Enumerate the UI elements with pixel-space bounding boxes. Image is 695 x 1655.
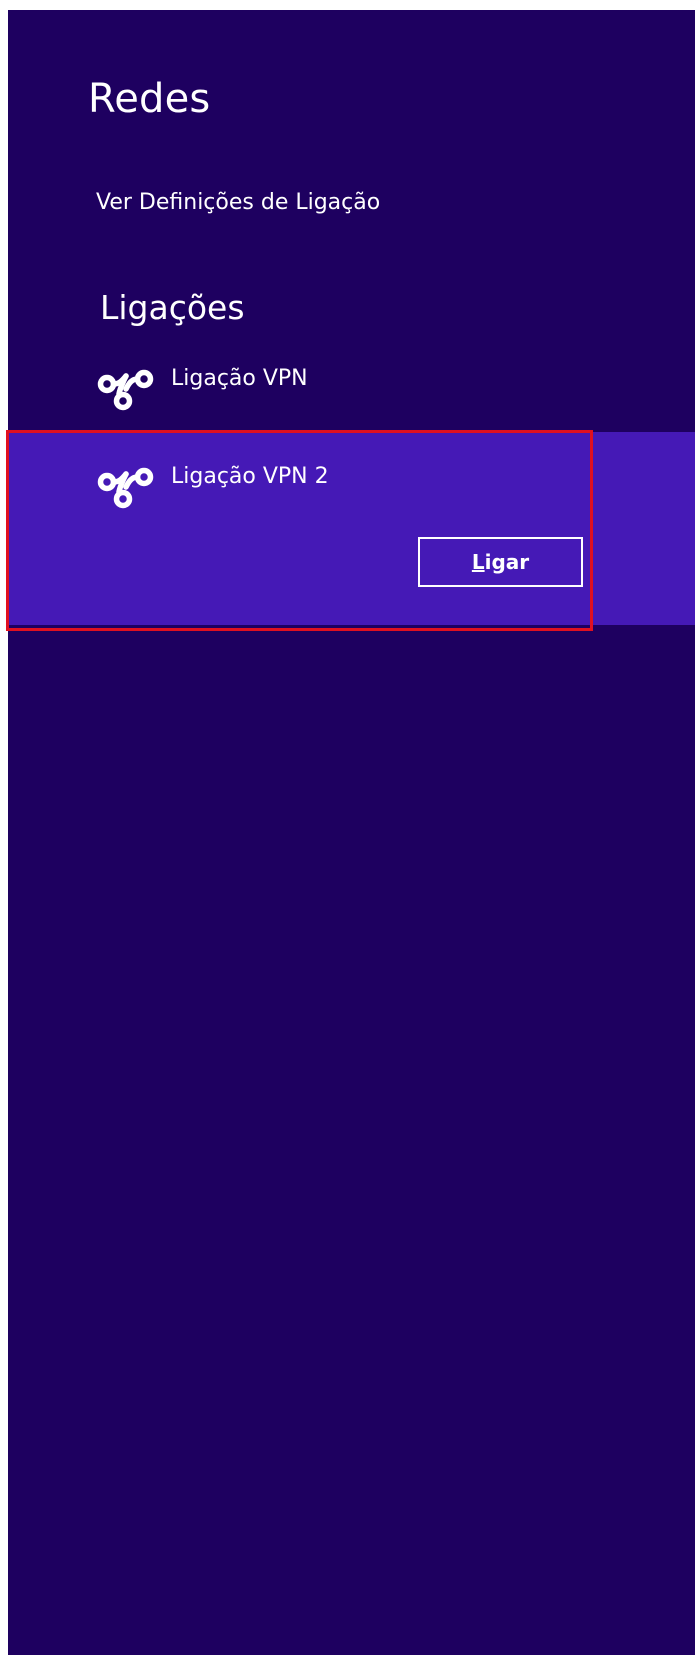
connect-button[interactable]: Ligar (418, 537, 583, 587)
networks-panel: Redes Ver Definições de Ligação Ligações… (8, 10, 695, 1655)
connect-button-label: igar (484, 550, 530, 574)
screenshot-frame: Redes Ver Definições de Ligação Ligações… (0, 0, 695, 1655)
connection-item-vpn[interactable]: Ligação VPN (8, 354, 695, 430)
connect-button-access-key: L (471, 550, 485, 574)
connection-name: Ligação VPN 2 (171, 464, 329, 489)
view-connection-settings-link[interactable]: Ver Definições de Ligação (96, 190, 380, 215)
connection-item-vpn-2[interactable]: Ligação VPN 2 Ligar (8, 432, 695, 625)
panel-title: Redes (88, 76, 211, 122)
vpn-icon (97, 369, 154, 411)
vpn-icon (97, 467, 154, 509)
connection-name: Ligação VPN (171, 366, 308, 391)
connections-heading: Ligações (100, 288, 245, 327)
